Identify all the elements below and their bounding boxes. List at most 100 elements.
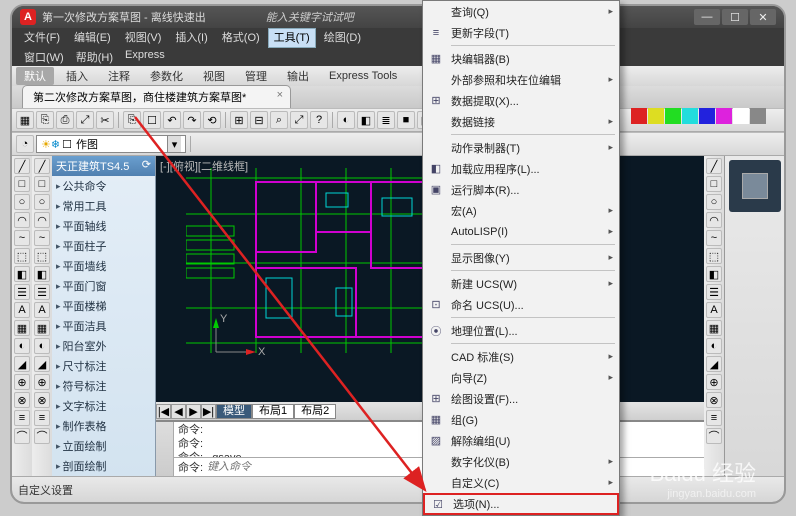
menu-编辑(E)[interactable]: 编辑(E)	[68, 28, 117, 48]
vt1-btn-1[interactable]: □	[14, 176, 30, 192]
side-item-2[interactable]: 平面轴线	[52, 216, 155, 236]
menu-item-5[interactable]: ⊞数据提取(X)...	[423, 90, 619, 111]
side-item-4[interactable]: 平面墙线	[52, 256, 155, 276]
vt1-btn-3[interactable]: ◠	[14, 212, 30, 228]
vt1-btn-4[interactable]: ~	[14, 230, 30, 246]
vt2-btn-13[interactable]: ⊗	[34, 392, 50, 408]
toolbar-btn-9[interactable]: ⟲	[203, 111, 221, 129]
vt2-btn-11[interactable]: ◢	[34, 356, 50, 372]
toolbar-btn-1[interactable]: ⎘	[36, 111, 54, 129]
menu-item-28[interactable]: ☑选项(N)...	[423, 493, 619, 515]
side-item-14[interactable]: 剖面绘制	[52, 456, 155, 476]
vt2-btn-7[interactable]: ☰	[34, 284, 50, 300]
vt2-btn-6[interactable]: ◧	[34, 266, 50, 282]
menu-item-10[interactable]: ▣运行脚本(R)...	[423, 179, 619, 200]
side-item-8[interactable]: 阳台室外	[52, 336, 155, 356]
toolbar-btn-11[interactable]: ⊟	[250, 111, 268, 129]
chevron-down-icon[interactable]: ▾	[167, 136, 181, 152]
toolbar-btn-18[interactable]: ■	[397, 111, 415, 129]
color-swatch[interactable]	[648, 108, 664, 124]
vt3-btn-9[interactable]: ▦	[706, 320, 722, 336]
close-tab-icon[interactable]: ×	[273, 89, 286, 102]
layer-combo[interactable]: ☀❄☐ 作图 ▾	[36, 135, 186, 153]
vt3-btn-3[interactable]: ◠	[706, 212, 722, 228]
toolbar-btn-7[interactable]: ↶	[163, 111, 181, 129]
menu-item-1[interactable]: ≡更新字段(T)	[423, 22, 619, 43]
vt2-btn-8[interactable]: A	[34, 302, 50, 318]
layout-tab-0[interactable]: 模型	[216, 404, 252, 419]
menu-item-0[interactable]: 查询(Q)	[423, 1, 619, 22]
vt2-btn-15[interactable]: ⌒	[34, 428, 50, 444]
menu-item-24[interactable]: ▦组(G)	[423, 409, 619, 430]
toolbar-btn-12[interactable]: ⌕	[270, 111, 288, 129]
menu-Express[interactable]: Express	[119, 48, 171, 66]
viewcube[interactable]	[729, 160, 781, 212]
toolbar-btn-13[interactable]: ⤢	[290, 111, 308, 129]
ribbon-tab-1[interactable]: 插入	[58, 67, 96, 85]
ribbon-tab-4[interactable]: 视图	[195, 67, 233, 85]
vt1-btn-8[interactable]: A	[14, 302, 30, 318]
view-label[interactable]: [-][俯视][二维线框]	[160, 158, 248, 174]
menu-item-11[interactable]: 宏(A)	[423, 200, 619, 221]
side-item-10[interactable]: 符号标注	[52, 376, 155, 396]
menu-item-12[interactable]: AutoLISP(I)	[423, 221, 619, 242]
toolbar-btn-10[interactable]: ⊞	[230, 111, 248, 129]
menu-窗口(W)[interactable]: 窗口(W)	[18, 48, 70, 66]
menu-item-3[interactable]: ▦块编辑器(B)	[423, 48, 619, 69]
vt3-btn-8[interactable]: A	[706, 302, 722, 318]
side-item-7[interactable]: 平面洁具	[52, 316, 155, 336]
side-item-6[interactable]: 平面楼梯	[52, 296, 155, 316]
toolbar-btn-2[interactable]: ⎙	[56, 111, 74, 129]
menu-item-17[interactable]: ⊡命名 UCS(U)...	[423, 294, 619, 315]
layout-tab-2[interactable]: 布局2	[294, 404, 336, 419]
menu-item-26[interactable]: 数字化仪(B)	[423, 451, 619, 472]
ribbon-tab-7[interactable]: Express Tools	[321, 69, 405, 83]
toolbar-btn-6[interactable]: ☐	[143, 111, 161, 129]
menu-item-6[interactable]: 数据链接	[423, 111, 619, 132]
menu-item-21[interactable]: CAD 标准(S)	[423, 346, 619, 367]
vt2-btn-4[interactable]: ~	[34, 230, 50, 246]
menu-帮助(H)[interactable]: 帮助(H)	[70, 48, 119, 66]
toolbar-btn-15[interactable]: ◐	[337, 111, 355, 129]
side-item-12[interactable]: 制作表格	[52, 416, 155, 436]
toolbar-btn-0[interactable]: ▦	[16, 111, 34, 129]
menu-视图(V)[interactable]: 视图(V)	[119, 28, 168, 48]
side-item-11[interactable]: 文字标注	[52, 396, 155, 416]
ribbon-tab-2[interactable]: 注释	[100, 67, 138, 85]
toolbar-btn-5[interactable]: ⎘	[123, 111, 141, 129]
vt2-btn-14[interactable]: ≡	[34, 410, 50, 426]
vt1-btn-0[interactable]: ╱	[14, 158, 30, 174]
color-swatch[interactable]	[631, 108, 647, 124]
panel-header[interactable]: 天正建筑TS4.5⟳	[52, 156, 155, 176]
color-swatch[interactable]	[682, 108, 698, 124]
vt3-btn-2[interactable]: ○	[706, 194, 722, 210]
layer-icon[interactable]: ◔	[16, 135, 34, 153]
vt1-btn-7[interactable]: ☰	[14, 284, 30, 300]
minimize-button[interactable]: —	[694, 9, 720, 25]
layout-nav-2[interactable]: ▶	[186, 404, 201, 419]
menu-格式(O)[interactable]: 格式(O)	[216, 28, 266, 48]
toolbar-btn-4[interactable]: ✂	[96, 111, 114, 129]
menu-item-19[interactable]: ⦿地理位置(L)...	[423, 320, 619, 341]
vt1-btn-11[interactable]: ◢	[14, 356, 30, 372]
menu-item-25[interactable]: ▨解除编组(U)	[423, 430, 619, 451]
vt3-btn-5[interactable]: ⬚	[706, 248, 722, 264]
vt2-btn-2[interactable]: ○	[34, 194, 50, 210]
vt1-btn-14[interactable]: ≡	[14, 410, 30, 426]
color-swatch[interactable]	[665, 108, 681, 124]
menu-item-22[interactable]: 向导(Z)	[423, 367, 619, 388]
document-tab[interactable]: 第二次修改方案草图，商住楼建筑方案草图* ×	[22, 85, 291, 108]
vt2-btn-10[interactable]: ◐	[34, 338, 50, 354]
ribbon-tab-0[interactable]: 默认	[16, 67, 54, 85]
side-item-9[interactable]: 尺寸标注	[52, 356, 155, 376]
menu-文件(F)[interactable]: 文件(F)	[18, 28, 66, 48]
command-handle[interactable]	[156, 422, 174, 476]
toolbar-btn-8[interactable]: ↷	[183, 111, 201, 129]
vt1-btn-2[interactable]: ○	[14, 194, 30, 210]
toolbar-btn-16[interactable]: ◧	[357, 111, 375, 129]
vt2-btn-12[interactable]: ⊕	[34, 374, 50, 390]
menu-插入(I)[interactable]: 插入(I)	[169, 28, 213, 48]
close-button[interactable]: ✕	[750, 9, 776, 25]
layout-nav-0[interactable]: |◀	[156, 404, 171, 419]
vt3-btn-15[interactable]: ⌒	[706, 428, 722, 444]
